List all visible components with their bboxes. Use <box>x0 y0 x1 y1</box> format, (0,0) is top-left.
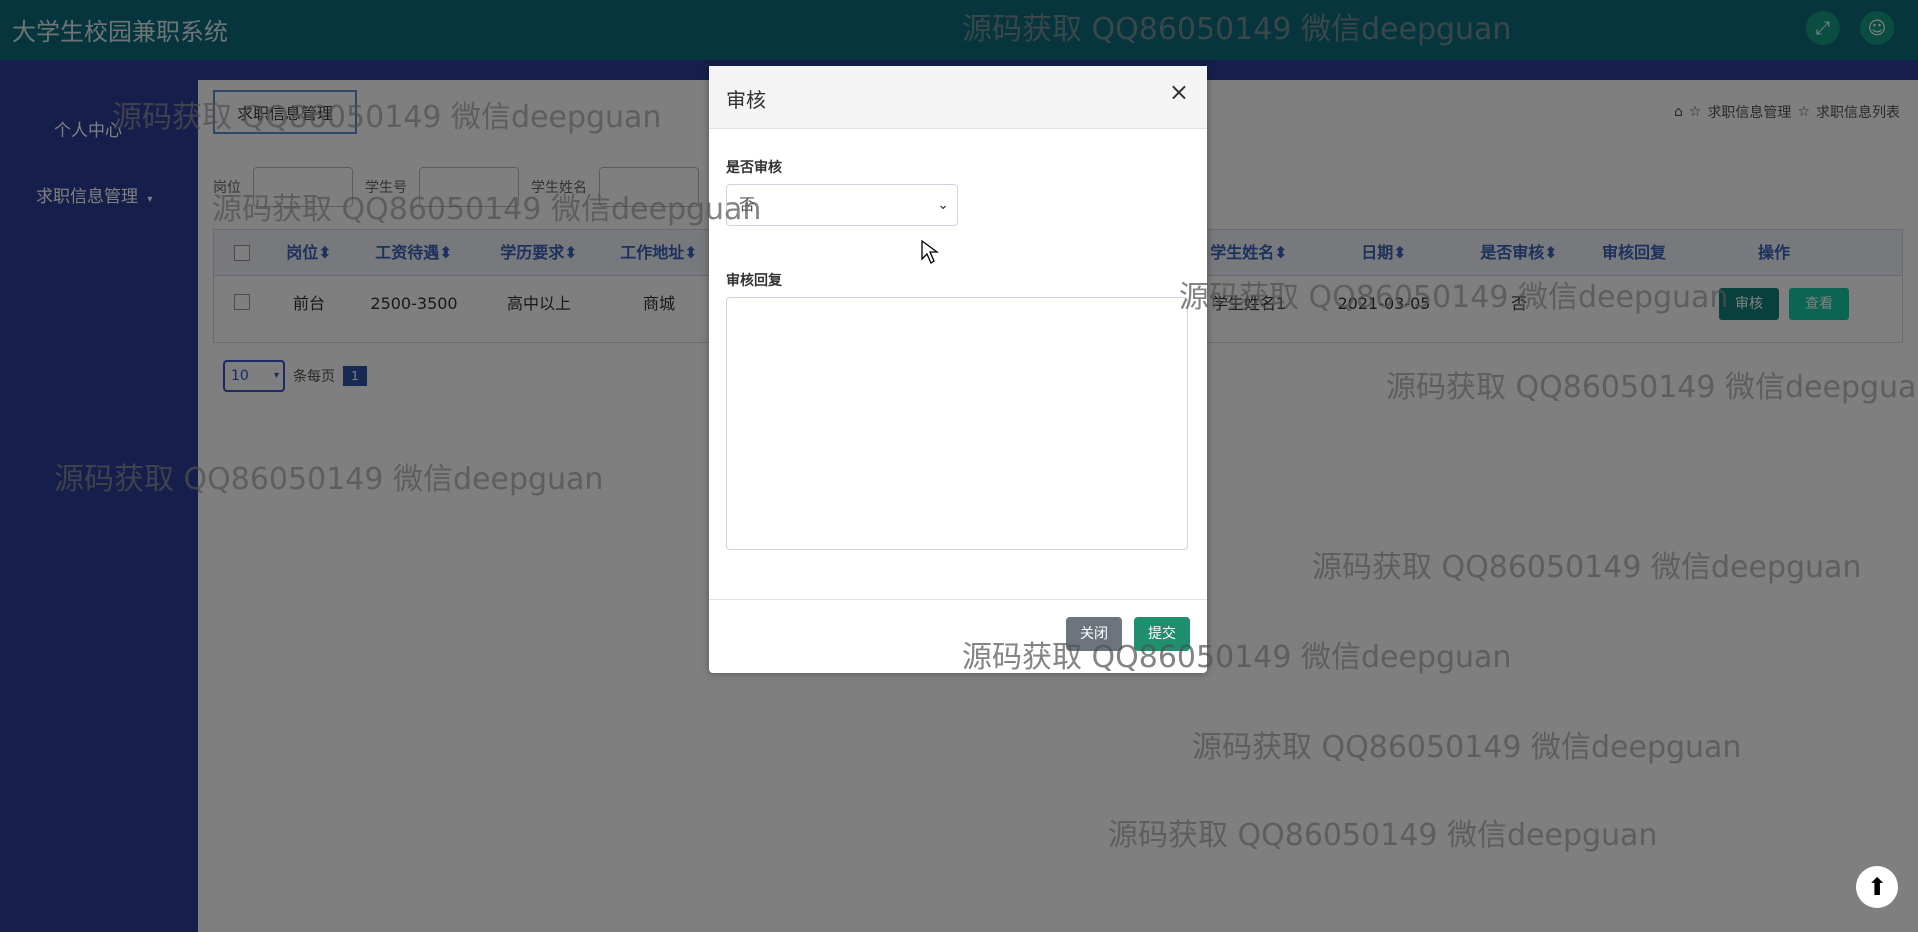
close-icon[interactable]: × <box>1169 80 1189 104</box>
scroll-top-icon[interactable]: ⬆ <box>1856 866 1898 908</box>
modal-header: 审核 × <box>709 66 1207 129</box>
watermark-text: 源码获取 QQ86050149 微信deepguan <box>1179 280 1729 315</box>
watermark-text: 源码获取 QQ86050149 微信deepguan <box>1108 818 1658 853</box>
audit-reply-label: 审核回复 <box>726 273 782 289</box>
watermark-text: 源码获取 QQ86050149 微信deepguan <box>1386 370 1918 405</box>
watermark-text: 源码获取 QQ86050149 微信deepguan <box>962 640 1512 675</box>
audit-reply-textarea[interactable] <box>726 297 1188 550</box>
watermark-text: 源码获取 QQ86050149 微信deepguan <box>1312 550 1862 585</box>
watermark-text: 源码获取 QQ86050149 微信deepguan <box>212 192 762 227</box>
audit-status-label: 是否审核 <box>726 160 782 176</box>
watermark-text: 源码获取 QQ86050149 微信deepguan <box>54 462 604 497</box>
modal-footer-divider <box>709 599 1207 600</box>
watermark-text: 源码获取 QQ86050149 微信deepguan <box>112 100 662 135</box>
chevron-down-icon: ⌄ <box>937 197 949 213</box>
watermark-text: 源码获取 QQ86050149 微信deepguan <box>1192 730 1742 765</box>
modal-title: 审核 <box>726 88 766 112</box>
watermark-text: 源码获取 QQ86050149 微信deepguan <box>962 12 1512 47</box>
audit-modal: 审核 × 是否审核 否 ⌄ 审核回复 关闭 提交 <box>709 66 1207 673</box>
